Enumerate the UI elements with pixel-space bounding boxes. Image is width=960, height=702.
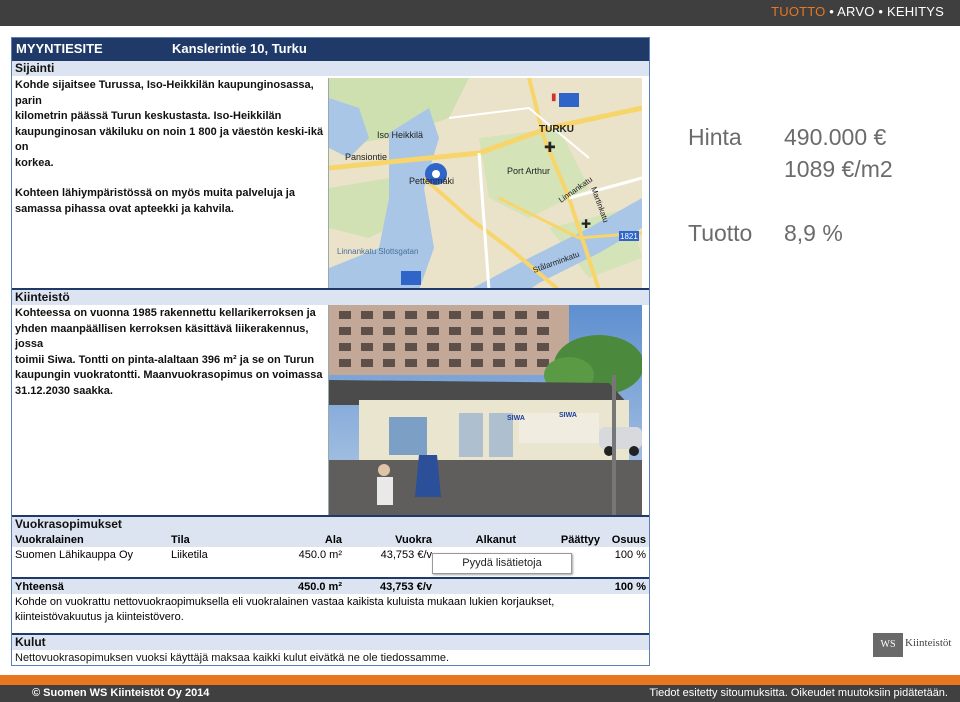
tagline-kehitys: KEHITYS xyxy=(886,4,944,19)
svg-text:✚: ✚ xyxy=(544,139,556,155)
yield-value: 8,9 % xyxy=(784,220,843,246)
map-label-pansiontie: Pansiontie xyxy=(345,152,387,162)
text-line: kaupungin vuokratontti. Maanvuokrasopimu… xyxy=(15,369,323,381)
top-bar: TUOTTO • ARVO • KEHITYS xyxy=(0,0,960,26)
text-line: kaupunginosan väkiluku on noin 1 800 ja … xyxy=(15,125,324,154)
map-graphic: ✚ ✚ ▮ 1821 TURKU Iso Heikkilä Pansiontie… xyxy=(329,78,642,290)
text-line: korkea. xyxy=(15,156,54,169)
total-area: 450.0 m² xyxy=(269,578,345,594)
footer-bar: © Suomen WS Kiinteistöt Oy 2014 Tiedot e… xyxy=(0,685,960,702)
logo-name: Kiinteistöt xyxy=(905,637,952,649)
storefront-photo: SIWA SIWA xyxy=(328,305,642,517)
listing-label: MYYNTIESITE xyxy=(16,41,103,56)
footer-disclaimer: Tiedot esitetty sitoumuksitta. Oikeudet … xyxy=(649,687,948,699)
total-label: Yhteensä xyxy=(12,578,168,594)
svg-text:✚: ✚ xyxy=(581,217,591,231)
tagline-sep: • xyxy=(874,4,887,19)
text-line: toimii Siwa. Tontti on pinta-alaltaan 39… xyxy=(15,353,315,366)
tagline-tuotto: TUOTTO xyxy=(771,4,826,19)
column-header: Osuus xyxy=(603,532,649,547)
location-map[interactable]: ✚ ✚ ▮ 1821 TURKU Iso Heikkilä Pansiontie… xyxy=(328,78,642,290)
svg-text:▮: ▮ xyxy=(551,92,557,103)
share-cell: 100 % xyxy=(614,548,646,561)
request-info-button[interactable]: Pyydä lisätietoja xyxy=(432,553,572,574)
tagline: TUOTTO • ARVO • KEHITYS xyxy=(771,4,944,19)
rent-cell: 43,753 €/v xyxy=(380,548,432,561)
map-label-road: 1821 xyxy=(620,232,638,241)
map-label-iso-heikkila: Iso Heikkilä xyxy=(377,130,423,140)
text-line: yhden maanpäällisen kerroksen käsittävä … xyxy=(15,322,309,351)
listing-address: Kanslerintie 10, Turku xyxy=(172,41,307,56)
area-cell: 450.0 m² xyxy=(298,548,342,561)
text-line: Kohteessa on vuonna 1985 rakennettu kell… xyxy=(15,307,316,319)
section-sijainti-title: Sijainti xyxy=(12,59,649,76)
tagline-sep: • xyxy=(825,4,838,19)
kiinteisto-text: Kohteessa on vuonna 1985 rakennettu kell… xyxy=(15,306,327,399)
lease-note-row: Kohde on vuokrattu nettovuokraopimuksell… xyxy=(12,594,649,609)
text-line: samassa pihassa ovat apteekki ja kahvila… xyxy=(15,202,234,215)
lease-total-row: Yhteensä 450.0 m² 43,753 €/v 100 % xyxy=(12,578,649,594)
total-rent: 43,753 €/v xyxy=(345,578,435,594)
sign-siwa-1: SIWA xyxy=(507,415,525,422)
section-vuokrasopimukset-title: Vuokrasopimukset xyxy=(12,515,649,532)
text-line: kilometrin päässä Turun keskustasta. Iso… xyxy=(15,110,282,122)
price-per-m2: 1089 €/m2 xyxy=(784,156,893,182)
map-label-port-arthur: Port Arthur xyxy=(507,166,550,176)
column-header: Vuokralainen xyxy=(12,532,168,547)
total-share: 100 % xyxy=(603,578,649,594)
lease-note-line: Kohde on vuokrattu nettovuokraopimuksell… xyxy=(15,595,555,608)
sijainti-text: Kohde sijaitsee Turussa, Iso-Heikkilän k… xyxy=(15,78,327,217)
sign-siwa-2: SIWA xyxy=(559,412,577,419)
lease-table-header: Vuokralainen Tila Ala Vuokra Alkanut Pää… xyxy=(12,532,649,547)
listing-header: MYYNTIESITE Kanslerintie 10, Turku xyxy=(12,38,649,59)
lease-table: Vuokralainen Tila Ala Vuokra Alkanut Pää… xyxy=(12,532,649,624)
footer-copyright: © Suomen WS Kiinteistöt Oy 2014 xyxy=(32,687,210,699)
price-value: 490.000 € xyxy=(784,124,887,150)
tenant-cell: Suomen Lähikauppa Oy xyxy=(15,548,134,561)
logo-mark: WS xyxy=(873,633,903,657)
lease-note-row: kiinteistövakuutus ja kiinteistövero. xyxy=(12,609,649,624)
map-label-slottsgatan: Linnankatu Slottsgatan xyxy=(337,247,418,256)
column-header: Päättyy xyxy=(519,532,603,547)
price-label: Hinta xyxy=(688,124,742,150)
space-cell: Liiketila xyxy=(171,548,208,561)
tagline-arvo: ARVO xyxy=(837,4,875,19)
column-header: Tila xyxy=(168,532,269,547)
lease-note-line: kiinteistövakuutus ja kiinteistövero. xyxy=(15,610,184,623)
text-line: 31.12.2030 saakka. xyxy=(15,384,113,397)
text-line: Kohteen lähiympäristössä on myös muita p… xyxy=(15,187,295,199)
text-line: Kohde sijaitsee Turussa, Iso-Heikkilän k… xyxy=(15,79,314,107)
column-header: Vuokra xyxy=(345,532,435,547)
kulut-text: Nettovuokrasopimuksen vuoksi käyttäjä ma… xyxy=(15,652,450,664)
photo-graphic: SIWA SIWA xyxy=(329,305,642,517)
column-header: Alkanut xyxy=(435,532,519,547)
yield-label: Tuotto xyxy=(688,220,753,246)
footer-accent-band xyxy=(0,675,960,685)
section-kiinteisto-title: Kiinteistö xyxy=(12,288,649,305)
section-kulut-title: Kulut xyxy=(12,633,649,650)
map-label-turku: TURKU xyxy=(539,124,574,135)
column-header: Ala xyxy=(269,532,345,547)
map-label-pettenmaki: Pettenmäki xyxy=(409,176,454,186)
